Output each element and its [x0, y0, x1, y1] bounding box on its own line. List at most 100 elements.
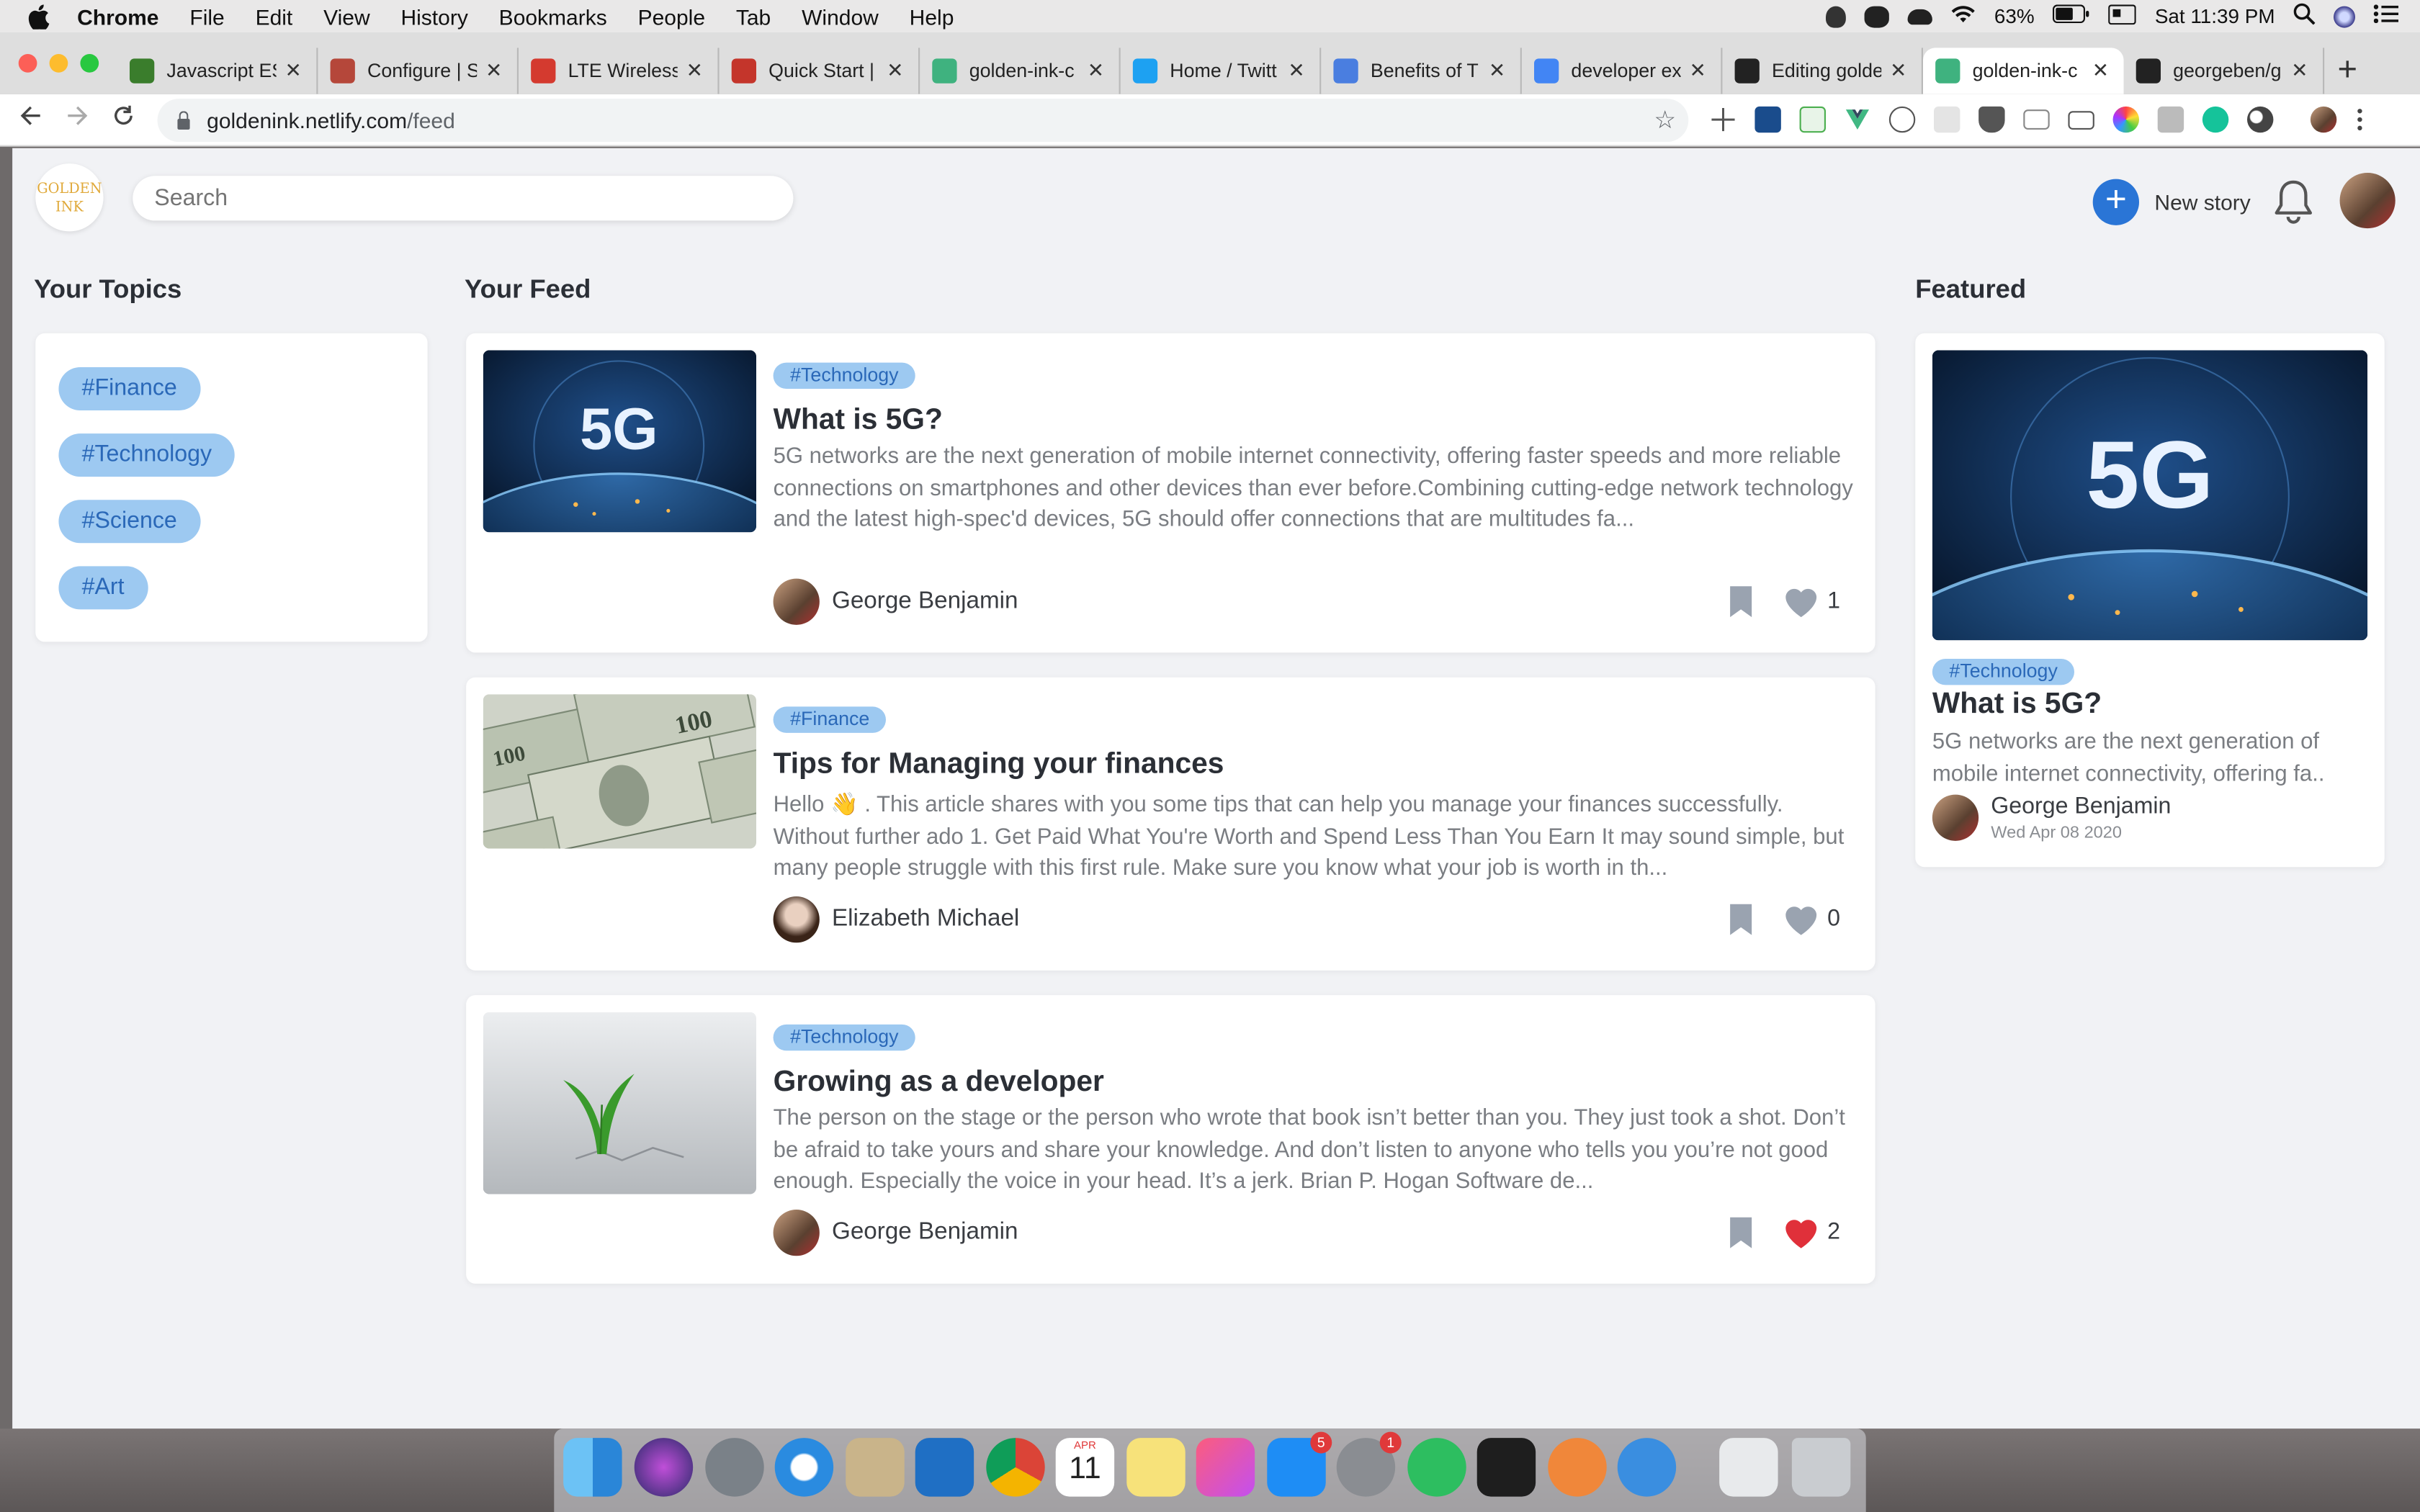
topic-art[interactable]: #Art	[58, 566, 148, 610]
featured-post-card[interactable]: 5G #Technology What is 5G? 5G networks a…	[1915, 333, 2385, 868]
menu-help[interactable]: Help	[910, 4, 954, 28]
move-extension-icon[interactable]	[1710, 107, 1736, 132]
post-thumbnail-money[interactable]: 100 100	[483, 694, 756, 849]
post-title[interactable]: What is 5G?	[774, 404, 943, 438]
cloud-status-icon[interactable]	[1907, 8, 1933, 24]
reload-icon[interactable]	[108, 105, 139, 135]
finder-icon[interactable]	[563, 1438, 622, 1497]
chrome-icon[interactable]	[986, 1438, 1045, 1497]
music-icon[interactable]	[1196, 1438, 1255, 1497]
siri-icon[interactable]	[634, 1438, 694, 1497]
grammarly-extension-icon[interactable]	[2202, 106, 2229, 133]
downloads-stack-icon[interactable]	[1719, 1438, 1778, 1497]
feed-post-card[interactable]: 5G #Technology What is 5G? 5G networks a…	[466, 333, 1876, 653]
apple-menu-icon[interactable]	[28, 4, 53, 30]
new-story-button[interactable]: + New story	[2092, 179, 2251, 225]
browser-tab[interactable]: Javascript ES ✕	[117, 48, 318, 94]
user-avatar[interactable]	[2339, 173, 2396, 229]
feed-post-card[interactable]: 100 100 #Finance Tips for Managing your …	[466, 677, 1876, 971]
wifi-icon[interactable]	[1951, 4, 1976, 27]
topic-finance[interactable]: #Finance	[58, 366, 200, 410]
spotlight-search-icon[interactable]	[2293, 3, 2316, 29]
profile-avatar-icon[interactable]	[2310, 106, 2337, 133]
chart-extension-icon[interactable]	[1799, 106, 1826, 133]
featured-thumbnail-5g[interactable]: 5G	[1932, 350, 2368, 641]
browser-tab[interactable]: developer ex ✕	[1522, 48, 1723, 94]
browser-tab[interactable]: golden-ink-c ✕	[1923, 48, 2124, 94]
vscode-icon[interactable]	[915, 1438, 974, 1497]
featured-title[interactable]: What is 5G?	[1932, 688, 2102, 722]
cast-extension-icon[interactable]	[2068, 111, 2094, 130]
browser-tab[interactable]: georgeben/g ✕	[2124, 48, 2325, 94]
menu-window[interactable]: Window	[802, 4, 879, 28]
post-tag[interactable]: #Technology	[773, 362, 916, 389]
menu-edit[interactable]: Edit	[256, 4, 293, 28]
postman-icon[interactable]	[1548, 1438, 1607, 1497]
reader-extension-icon[interactable]	[1888, 106, 1916, 133]
camera-extension-icon[interactable]	[2023, 109, 2050, 130]
tab-close-icon[interactable]: ✕	[282, 58, 304, 83]
notification-center-icon[interactable]	[2373, 4, 2398, 27]
close-window-button[interactable]	[18, 54, 37, 73]
tab-close-icon[interactable]: ✕	[1687, 58, 1708, 83]
bookmark-icon[interactable]	[1729, 585, 1753, 618]
grid-extension-icon[interactable]	[1934, 106, 1960, 133]
forward-arrow-icon[interactable]	[62, 105, 93, 135]
analytics-extension-icon[interactable]	[1754, 106, 1781, 133]
featured-tag[interactable]: #Technology	[1932, 659, 2075, 685]
bookmark-star-icon[interactable]: ☆	[1654, 105, 1676, 136]
browser-tab[interactable]: Benefits of T ✕	[1321, 48, 1522, 94]
system-preferences-icon[interactable]: 1	[1336, 1431, 1402, 1497]
post-thumbnail-5g[interactable]: 5G	[483, 350, 756, 533]
trash-icon[interactable]	[1791, 1438, 1851, 1497]
topic-technology[interactable]: #Technology	[58, 433, 236, 477]
golden-ink-logo[interactable]: GOLDEN INK	[35, 163, 104, 232]
lock-icon[interactable]	[176, 111, 191, 130]
topic-science[interactable]: #Science	[58, 500, 200, 544]
browser-tab[interactable]: Home / Twitt ✕	[1121, 48, 1322, 94]
post-tag[interactable]: #Technology	[773, 1024, 916, 1051]
heart-icon[interactable]	[1783, 903, 1819, 937]
battery-icon[interactable]	[2053, 4, 2089, 27]
post-title[interactable]: Tips for Managing your finances	[774, 748, 1224, 782]
heart-liked-icon[interactable]	[1783, 1216, 1819, 1250]
tab-close-icon[interactable]: ✕	[1888, 58, 1909, 83]
post-tag[interactable]: #Finance	[773, 706, 887, 733]
elephant-status-icon[interactable]	[1864, 5, 1890, 27]
launchpad-icon[interactable]	[705, 1438, 764, 1497]
evernote-icon[interactable]	[1407, 1438, 1466, 1497]
user-switch-icon[interactable]	[2334, 5, 2355, 27]
preview-icon[interactable]	[846, 1438, 905, 1497]
browser-tab[interactable]: golden-ink-c ✕	[920, 48, 1121, 94]
zoom-window-button[interactable]	[80, 54, 99, 73]
menubar-clock[interactable]: Sat 11:39 PM	[2155, 4, 2275, 27]
tab-close-icon[interactable]: ✕	[2289, 58, 2311, 83]
tab-close-icon[interactable]: ✕	[884, 58, 906, 83]
vue-devtools-icon[interactable]	[1845, 107, 1870, 132]
menu-people[interactable]: People	[638, 4, 705, 28]
menu-bookmarks[interactable]: Bookmarks	[499, 4, 607, 28]
featured-author[interactable]: George Benjamin Wed Apr 08 2020	[1932, 793, 2171, 842]
feed-post-card[interactable]: #Technology Growing as a developer The p…	[466, 995, 1876, 1284]
app-store-icon[interactable]: 5	[1267, 1431, 1332, 1497]
menu-tab[interactable]: Tab	[736, 4, 771, 28]
post-title[interactable]: Growing as a developer	[774, 1066, 1104, 1100]
address-bar[interactable]: goldenink.netlify.com/feed ☆	[157, 99, 1689, 143]
chrome-menu-icon[interactable]	[2355, 107, 2365, 132]
menu-app-chrome[interactable]: Chrome	[77, 4, 158, 28]
notification-bell-icon[interactable]	[2273, 179, 2313, 225]
translate-extension-icon[interactable]	[2157, 106, 2184, 133]
menu-file[interactable]: File	[189, 4, 224, 28]
post-author[interactable]: Elizabeth Michael	[773, 896, 1019, 943]
menu-history[interactable]: History	[400, 4, 467, 28]
dark-mode-extension-icon[interactable]	[2247, 106, 2274, 133]
tableplus-icon[interactable]	[1617, 1438, 1677, 1497]
tab-close-icon[interactable]: ✕	[1487, 58, 1508, 83]
terminal-icon[interactable]	[1476, 1438, 1536, 1497]
heart-icon[interactable]	[1783, 585, 1819, 618]
browser-tab[interactable]: LTE Wireless ✕	[519, 48, 720, 94]
bookmark-icon[interactable]	[1729, 903, 1753, 937]
shield-extension-icon[interactable]	[1978, 106, 2005, 133]
browser-tab[interactable]: Quick Start | ✕	[720, 48, 920, 94]
tab-close-icon[interactable]: ✕	[483, 58, 505, 83]
